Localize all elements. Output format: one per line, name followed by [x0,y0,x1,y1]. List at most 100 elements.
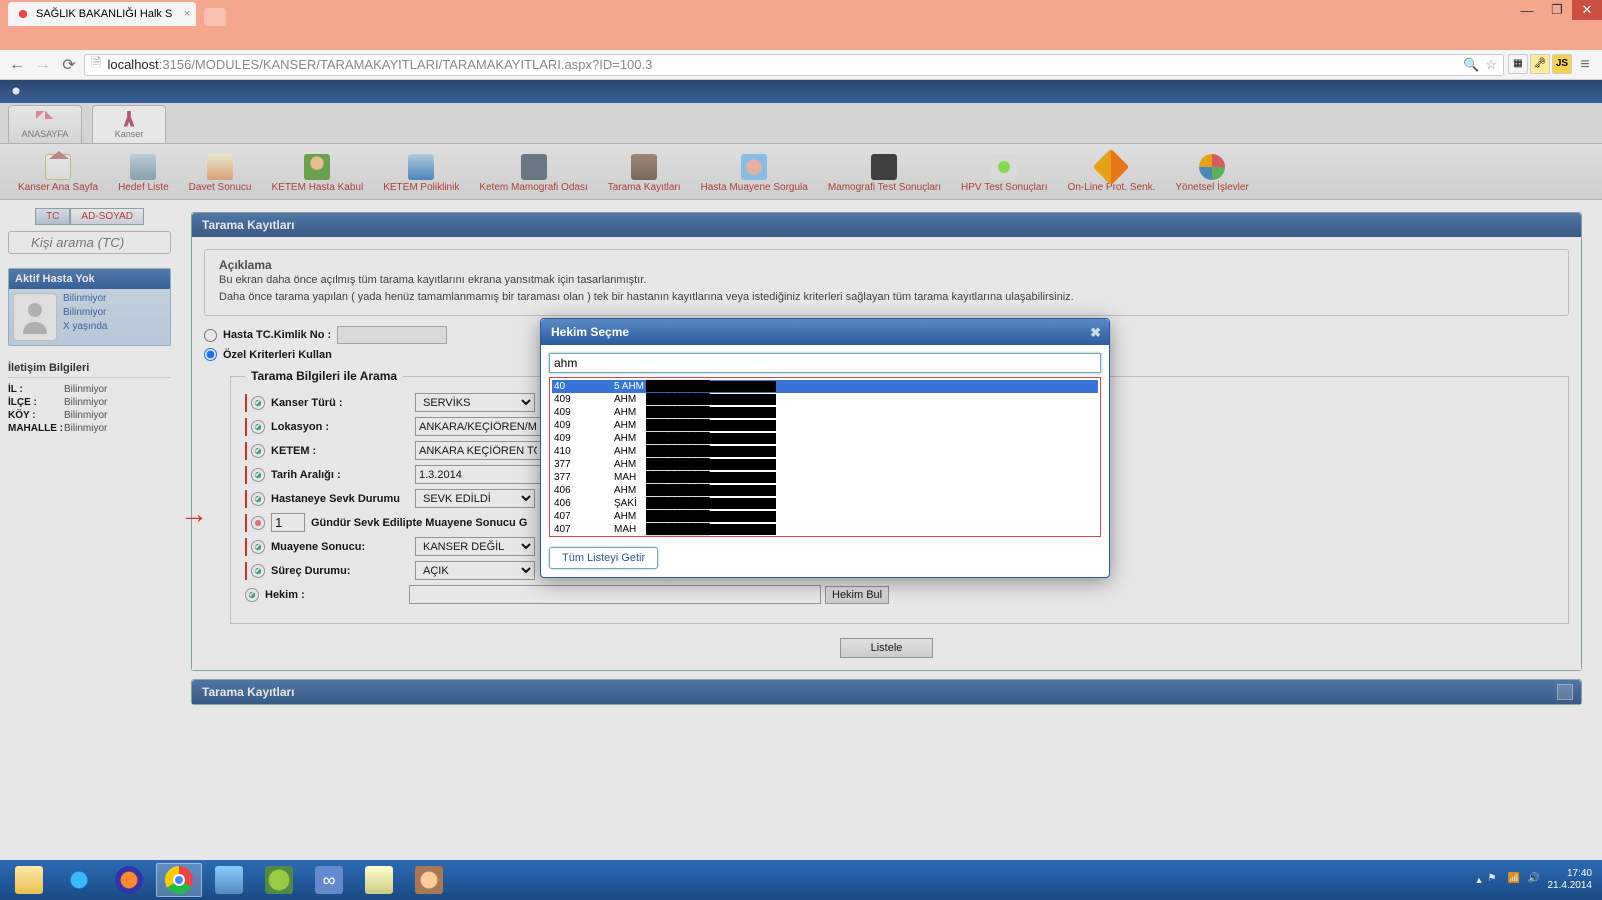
window-minimize-button[interactable]: — [1512,0,1542,20]
tray-flag-icon[interactable]: ⚑ [1488,873,1502,887]
annotation-arrow-icon: → [180,498,208,530]
list-item[interactable]: 409AHM█████████ [552,432,1098,445]
tb-ops[interactable]: Yönetsel İşlevler [1165,148,1258,195]
kanser-select[interactable]: SERVİKS [415,393,535,412]
radio-ozel-label: Özel Kriterleri Kullan [223,349,332,361]
browser-menu-button[interactable]: ≡ [1574,54,1596,76]
browser-tab[interactable]: SAĞLIK BAKANLIĞI Halk S × [8,2,196,26]
lbl-gundur: Gündür Sevk Edilipte Muayene Sonucu G [311,517,527,529]
tb-mammo[interactable]: Ketem Mamografi Odası [469,148,597,195]
task-vs[interactable] [306,863,352,897]
ext-key-icon[interactable]: 🗝 [1530,54,1550,74]
check-surec[interactable]: ✔ [251,564,265,578]
list-item[interactable]: 409AHM█████████ [552,406,1098,419]
tray-arrow-icon[interactable]: ▴ [1476,875,1481,886]
url-host: localhost [107,57,158,72]
back-button[interactable]: ← [6,54,28,76]
list-item[interactable]: 406AHM█████████ [552,484,1098,497]
surec-select[interactable]: AÇIK [415,561,535,580]
list-item[interactable]: 377MAH█████████ [552,471,1098,484]
list-item[interactable]: 406ŞAKİ█████████ [552,497,1098,510]
list-item[interactable]: 405 AHM█████████ [552,380,1098,393]
tab-anasayfa[interactable]: ANASAYFA [8,105,82,143]
sevk-select[interactable]: SEVK EDİLDİ [415,489,535,508]
tb-mtest[interactable]: Mamografi Test Sonuçları [818,148,951,195]
bookmark-icon[interactable]: ☆ [1485,57,1497,73]
list-item[interactable]: 409AHM█████████ [552,419,1098,432]
check-gun[interactable] [251,516,265,530]
list-item[interactable]: 407MAH█████████ [552,523,1098,536]
adsoyad-toggle-button[interactable]: AD-SOYAD [70,208,144,225]
check-ketem[interactable]: ✔ [251,444,265,458]
tray-network-icon[interactable]: 📶 [1508,873,1522,887]
task-frog[interactable] [256,863,302,897]
list-item[interactable]: 407AHM█████████ [552,510,1098,523]
page-icon: 🗎 [91,54,101,76]
check-lokasyon[interactable]: ✔ [251,420,265,434]
list-item[interactable]: 407AHM█████████ [552,536,1098,537]
tc-input[interactable] [337,326,447,344]
check-kanser[interactable]: ✔ [251,396,265,410]
tarih-input[interactable] [415,465,541,484]
patient-search-input[interactable] [8,231,171,254]
lokasyon-input[interactable] [415,417,541,436]
lbl-tarih: Tarih Aralığı : [271,469,415,481]
tb-kabul[interactable]: KETEM Hasta Kabul [261,148,373,195]
muayene-select[interactable]: KANSER DEĞİL [415,537,535,556]
tab-title: SAĞLIK BAKANLIĞI Halk S [36,8,172,20]
list-item[interactable]: 409AHM█████████ [552,393,1098,406]
tb-sorgu[interactable]: Hasta Muayene Sorgula [691,148,818,195]
clock[interactable]: 17:40 21.4.2014 [1548,868,1593,892]
task-chrome[interactable] [156,863,202,897]
panel2-header[interactable]: Tarama Kayıtları [192,680,1581,704]
tab-kanser-label: Kanser [115,129,144,139]
tc-toggle-button[interactable]: TC [35,208,70,225]
ext-js-icon[interactable]: JS [1552,54,1572,74]
tb-poli[interactable]: KETEM Poliklinik [373,148,469,195]
tb-hedef[interactable]: Hedef Liste [108,148,179,195]
check-hekim[interactable]: ✔ [245,588,259,602]
medical-icon [408,154,434,180]
check-sevk[interactable]: ✔ [251,492,265,506]
ext-ruler-icon[interactable]: ▦ [1508,54,1528,74]
forward-button[interactable]: → [32,54,54,76]
tab-kanser[interactable]: Kanser [92,105,166,143]
check-tarih[interactable]: ✔ [251,468,265,482]
task-paint[interactable] [406,863,452,897]
tab-close-icon[interactable]: × [184,8,190,20]
gun-spinner[interactable] [271,513,305,532]
list-item[interactable]: 377AHM█████████ [552,458,1098,471]
task-note[interactable] [356,863,402,897]
tb-tarama[interactable]: Tarama Kayıtları [598,148,691,195]
listele-button[interactable]: Listele [840,638,934,658]
ketem-input[interactable] [415,441,541,460]
task-files[interactable] [6,863,52,897]
list-item[interactable]: 410AHM█████████ [552,445,1098,458]
modal-all-button[interactable]: Tüm Listeyi Getir [549,547,658,569]
tb-davet[interactable]: Davet Sonucu [179,148,262,195]
task-ie[interactable] [56,863,102,897]
window-maximize-button[interactable]: ❐ [1542,0,1572,20]
reload-button[interactable]: ⟳ [58,54,80,76]
tray-volume-icon[interactable]: 🔊 [1528,873,1542,887]
tb-online[interactable]: On-Line Prot. Senk. [1058,148,1166,195]
radio-ozel[interactable] [204,348,217,361]
check-muayene[interactable]: ✔ [251,540,265,554]
expand-icon[interactable] [1557,684,1573,700]
address-bar[interactable]: 🗎 localhost:3156/MODULES/KANSER/TARAMAKA… [84,54,1504,76]
modal-close-button[interactable]: ✖ [1090,325,1101,341]
tb-kanser-ana[interactable]: Kanser Ana Sayfa [8,148,108,195]
koy-value: Bilinmiyor [64,410,107,421]
modal-list[interactable]: 405 AHM█████████409AHM█████████409AHM███… [549,377,1101,537]
task-snip[interactable] [206,863,252,897]
hekim-bul-button[interactable]: Hekim Bul [825,586,889,604]
hekim-input[interactable] [409,585,821,604]
radio-tc[interactable] [204,329,217,342]
search-in-url-icon[interactable]: 🔍 [1463,57,1479,73]
lbl-kanser: Kanser Türü : [271,397,415,409]
task-firefox[interactable] [106,863,152,897]
window-close-button[interactable]: ✕ [1572,0,1602,20]
new-tab-button[interactable] [204,8,226,26]
tb-hpv[interactable]: HPV Test Sonuçları [951,148,1058,195]
modal-search-input[interactable] [549,353,1101,373]
